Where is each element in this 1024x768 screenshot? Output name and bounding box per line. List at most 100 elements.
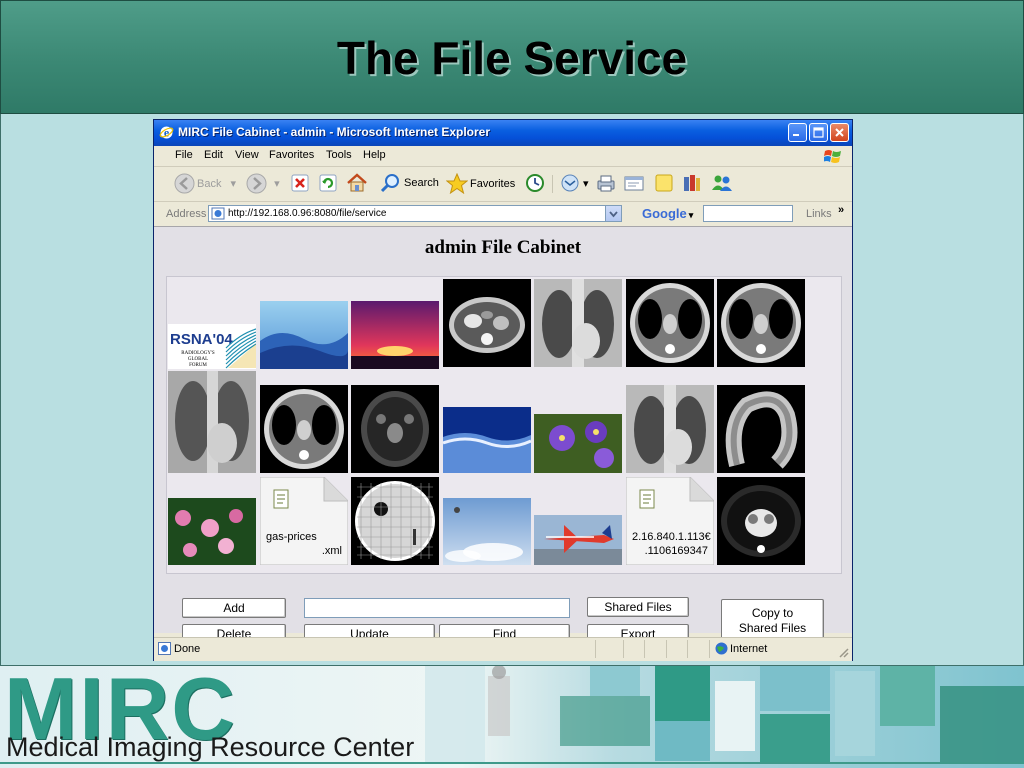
shared-files-button[interactable]: Shared Files: [587, 597, 689, 617]
address-dropdown-button[interactable]: [605, 206, 621, 221]
slide-footer: MIRC Medical Imaging Resource Center: [0, 666, 1024, 768]
google-label: Google: [642, 206, 687, 221]
menu-file[interactable]: File: [175, 149, 193, 161]
favorites-star-icon: [445, 172, 469, 195]
menu-view[interactable]: View: [235, 149, 259, 161]
mail-button[interactable]: ▾: [560, 173, 589, 195]
back-label: Back: [197, 177, 222, 190]
file-thumbnail-mountains[interactable]: [260, 301, 348, 369]
file-name-line1: 2.16.840.1.113€: [632, 531, 711, 543]
page-done-icon: [158, 642, 171, 655]
status-separator: [595, 640, 596, 658]
file-thumbnail-ct-chest[interactable]: [717, 279, 805, 369]
resize-grip-icon[interactable]: [838, 647, 849, 658]
standard-toolbar: Back ▾ ▾ Search Favorites ▾: [154, 167, 852, 202]
file-name-line2: .1106169347: [644, 545, 708, 557]
thumbnail-image: [534, 279, 622, 367]
search-label: Search: [404, 177, 439, 189]
home-icon: [347, 173, 367, 192]
slide-header: The File Service: [0, 0, 1024, 114]
thumbnail-image: [260, 301, 348, 369]
zone-text: Internet: [730, 643, 768, 655]
menu-edit[interactable]: Edit: [204, 149, 223, 161]
links-chevron[interactable]: »: [838, 204, 844, 216]
stop-icon: [291, 174, 309, 192]
thumbnail-image: [443, 407, 531, 473]
forward-arrow-icon: [246, 173, 267, 194]
messenger-button[interactable]: [710, 173, 734, 195]
minimize-button[interactable]: [788, 123, 807, 142]
file-thumbnail-mri-head[interactable]: [351, 385, 439, 473]
thumbnail-image: [260, 385, 348, 473]
file-thumbnail-chest-xray-tall[interactable]: [168, 371, 256, 473]
thumbnail-image: [168, 498, 256, 565]
discuss-button[interactable]: [653, 173, 675, 195]
status-separator: [687, 640, 688, 658]
thumbnail-image: [534, 414, 622, 473]
file-name-line1: gas-prices: [266, 531, 317, 543]
svg-text:e: e: [164, 126, 170, 140]
window-titlebar[interactable]: e MIRC File Cabinet - admin - Microsoft …: [154, 120, 852, 146]
menu-tools[interactable]: Tools: [326, 149, 352, 161]
mirc-subtitle: Medical Imaging Resource Center: [6, 732, 415, 762]
maximize-button[interactable]: [809, 123, 828, 142]
ie-logo-icon: e: [159, 126, 174, 140]
home-button[interactable]: [346, 173, 368, 195]
file-thumbnail-chest-xray[interactable]: [626, 385, 714, 473]
file-thumbnail-sunset[interactable]: [351, 301, 439, 369]
file-thumbnail-waves[interactable]: [443, 407, 531, 473]
thumbnail-image: [351, 385, 439, 473]
url-input[interactable]: http://192.168.0.96:8080/file/service: [208, 205, 622, 222]
google-search-input[interactable]: [703, 205, 793, 222]
favorites-button[interactable]: Favorites: [445, 172, 516, 195]
search-button[interactable]: Search: [380, 173, 439, 195]
status-separator: [644, 640, 645, 658]
refresh-button[interactable]: [318, 173, 338, 195]
mail-dropdown-icon: ▾: [583, 177, 589, 190]
file-thumbnail-document[interactable]: gas-prices .xml: [260, 477, 348, 565]
file-thumbnail-airplane[interactable]: [534, 515, 622, 565]
file-thumbnail-phantom[interactable]: [351, 477, 439, 565]
file-thumbnail-ct-chest-dark[interactable]: [717, 477, 805, 565]
menu-favorites[interactable]: Favorites: [269, 149, 314, 161]
file-thumbnail-colon-xray[interactable]: [717, 385, 805, 473]
history-button[interactable]: [525, 173, 545, 195]
history-icon: [526, 174, 544, 192]
menu-help[interactable]: Help: [363, 149, 386, 161]
google-toolbar-button[interactable]: Google ▾: [642, 206, 693, 221]
favorites-label: Favorites: [470, 177, 516, 190]
file-thumbnail-rsna-logo[interactable]: RSNA'04 RADIOLOGY'S GLOBAL FORUM: [168, 324, 256, 369]
menu-bar: File Edit View Favorites Tools Help: [154, 146, 852, 167]
thumbnail-image: [443, 498, 531, 565]
file-thumbnail-ct-chest[interactable]: [626, 279, 714, 369]
thumbnail-image: [626, 279, 714, 367]
add-button[interactable]: Add: [182, 598, 286, 618]
status-text: Done: [174, 643, 201, 655]
links-label[interactable]: Links: [806, 208, 832, 220]
filename-input[interactable]: [304, 598, 570, 618]
status-bar: Done Internet: [154, 637, 852, 661]
close-button[interactable]: [830, 123, 849, 142]
file-thumbnail-water-lilies[interactable]: [168, 498, 256, 565]
print-button[interactable]: [595, 173, 617, 195]
back-button[interactable]: Back ▾: [174, 173, 236, 195]
thumbnail-image: [351, 301, 439, 369]
google-dropdown-icon: ▾: [688, 210, 694, 220]
stop-button[interactable]: [290, 173, 310, 195]
file-thumbnail-ct-chest[interactable]: [260, 385, 348, 473]
file-thumbnail-chest-xray[interactable]: [534, 279, 622, 369]
file-thumbnail-flowers-purple[interactable]: [534, 414, 622, 473]
edit-button[interactable]: [623, 173, 645, 195]
back-dropdown-icon: ▾: [230, 178, 237, 190]
file-thumbnail-document[interactable]: 2.16.840.1.113€ .1106169347: [626, 477, 714, 565]
file-grid: RSNA'04 RADIOLOGY'S GLOBAL FORUM gas-prices.…: [166, 276, 842, 574]
address-bar: Address http://192.168.0.96:8080/file/se…: [154, 202, 852, 227]
chevron-down-icon: [609, 211, 618, 218]
file-thumbnail-ct-abdomen[interactable]: [443, 279, 531, 369]
file-thumbnail-sky[interactable]: [443, 498, 531, 565]
forward-button[interactable]: ▾: [246, 173, 280, 195]
thumbnail-image: [717, 477, 805, 565]
research-button[interactable]: [681, 173, 703, 195]
copy-label-line1: Copy to: [751, 606, 794, 620]
file-name-line2: .xml: [321, 545, 342, 557]
